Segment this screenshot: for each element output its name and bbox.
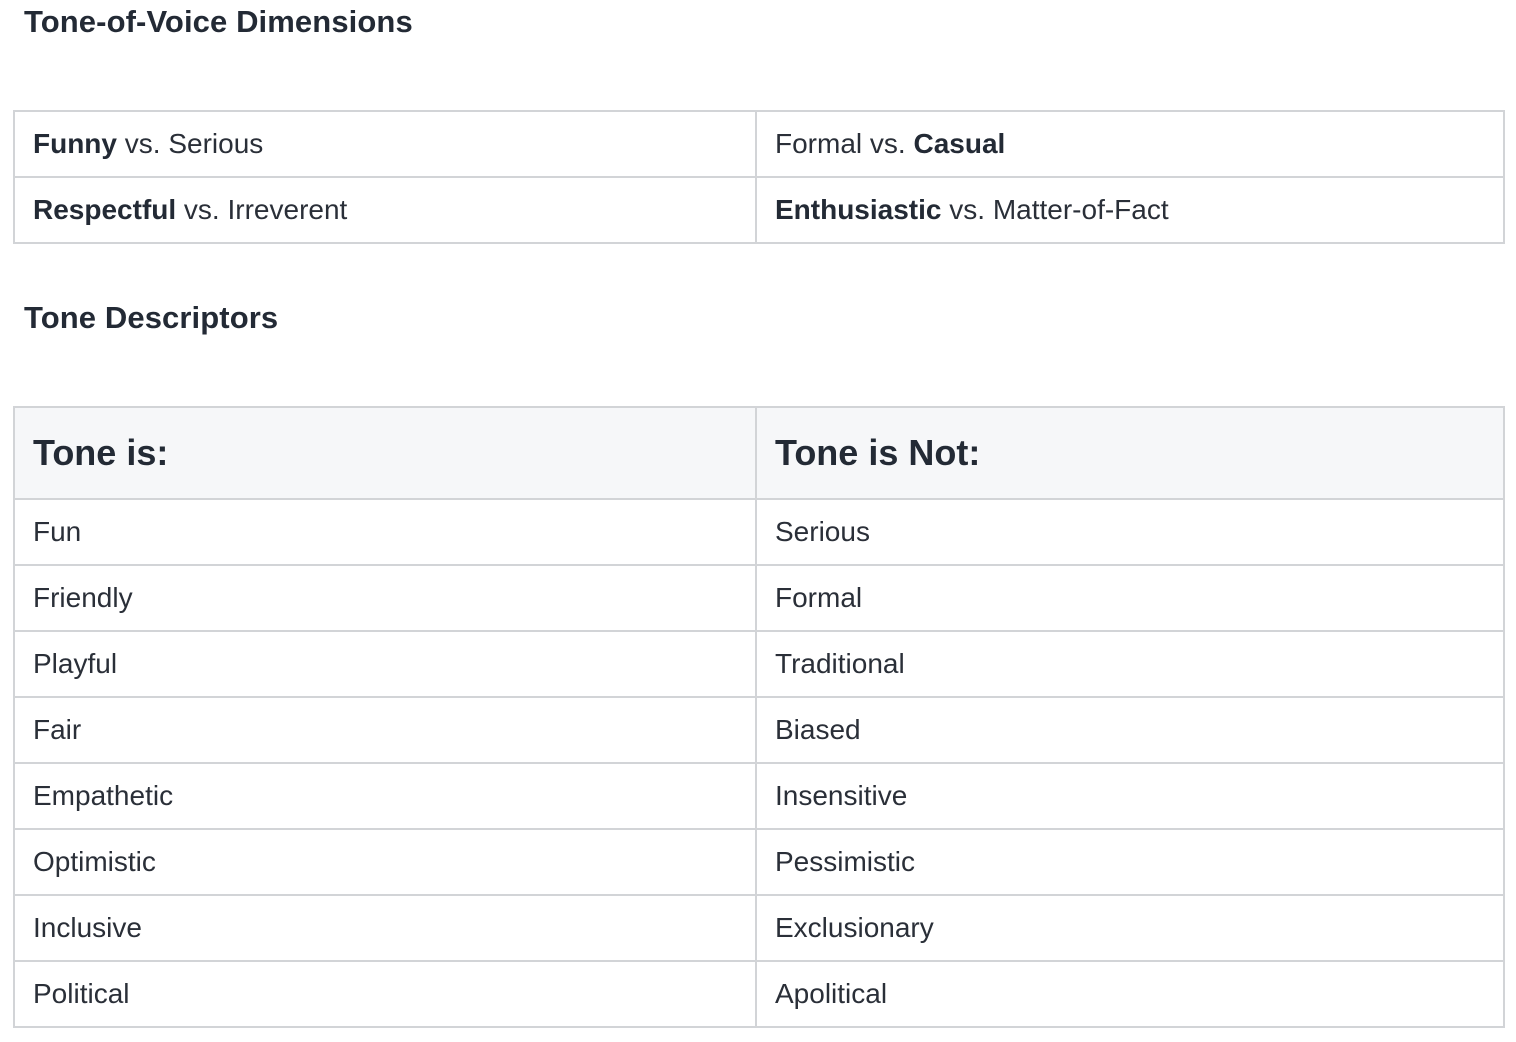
tone-is-not-cell: Exclusionary xyxy=(755,894,1505,962)
dimension-pole-emphasized: Funny xyxy=(33,128,117,159)
tone-is-cell: Inclusive xyxy=(13,894,757,962)
dimension-pole-text: Formal vs. xyxy=(775,128,914,159)
tone-is-cell: Political xyxy=(13,960,757,1028)
table-row: Political Apolitical xyxy=(13,960,1505,1028)
table-row: Inclusive Exclusionary xyxy=(13,894,1505,962)
dimensions-title: Tone-of-Voice Dimensions xyxy=(24,4,413,39)
table-row: Optimistic Pessimistic xyxy=(13,828,1505,896)
tone-is-not-cell: Biased xyxy=(755,696,1505,764)
dimension-pole-emphasized: Enthusiastic xyxy=(775,194,942,225)
tone-is-cell: Optimistic xyxy=(13,828,757,896)
table-header-row: Tone is: Tone is Not: xyxy=(13,406,1505,500)
table-row: Fun Serious xyxy=(13,498,1505,566)
tone-is-not-cell: Insensitive xyxy=(755,762,1505,830)
table-cell: Funny vs. Serious xyxy=(13,110,757,178)
tone-is-cell: Fair xyxy=(13,696,757,764)
tone-is-cell: Friendly xyxy=(13,564,757,632)
dimension-pole-text: vs. Irreverent xyxy=(176,194,348,225)
tone-is-not-cell: Serious xyxy=(755,498,1505,566)
tone-is-cell: Empathetic xyxy=(13,762,757,830)
tone-is-not-cell: Apolitical xyxy=(755,960,1505,1028)
dimension-pole-emphasized: Casual xyxy=(913,128,1006,159)
column-header-tone-is-not: Tone is Not: xyxy=(755,406,1505,500)
descriptors-title: Tone Descriptors xyxy=(24,300,279,335)
table-row: Playful Traditional xyxy=(13,630,1505,698)
dimensions-table: Funny vs. Serious Formal vs. Casual Resp… xyxy=(13,110,1505,244)
table-row: Friendly Formal xyxy=(13,564,1505,632)
column-header-tone-is: Tone is: xyxy=(13,406,757,500)
table-cell: Enthusiastic vs. Matter-of-Fact xyxy=(755,176,1505,244)
dimension-pole-text: vs. Matter-of-Fact xyxy=(941,194,1169,225)
table-cell: Respectful vs. Irreverent xyxy=(13,176,757,244)
table-row: Empathetic Insensitive xyxy=(13,762,1505,830)
tone-is-not-cell: Pessimistic xyxy=(755,828,1505,896)
table-row: Funny vs. Serious Formal vs. Casual xyxy=(13,110,1505,178)
table-cell: Formal vs. Casual xyxy=(755,110,1505,178)
tone-is-cell: Playful xyxy=(13,630,757,698)
descriptors-table: Tone is: Tone is Not: Fun Serious Friend… xyxy=(13,406,1505,1028)
tone-is-cell: Fun xyxy=(13,498,757,566)
dimension-pole-text: vs. Serious xyxy=(117,128,264,159)
tone-is-not-cell: Traditional xyxy=(755,630,1505,698)
table-row: Fair Biased xyxy=(13,696,1505,764)
dimension-pole-emphasized: Respectful xyxy=(33,194,177,225)
table-row: Respectful vs. Irreverent Enthusiastic v… xyxy=(13,176,1505,244)
tone-is-not-cell: Formal xyxy=(755,564,1505,632)
